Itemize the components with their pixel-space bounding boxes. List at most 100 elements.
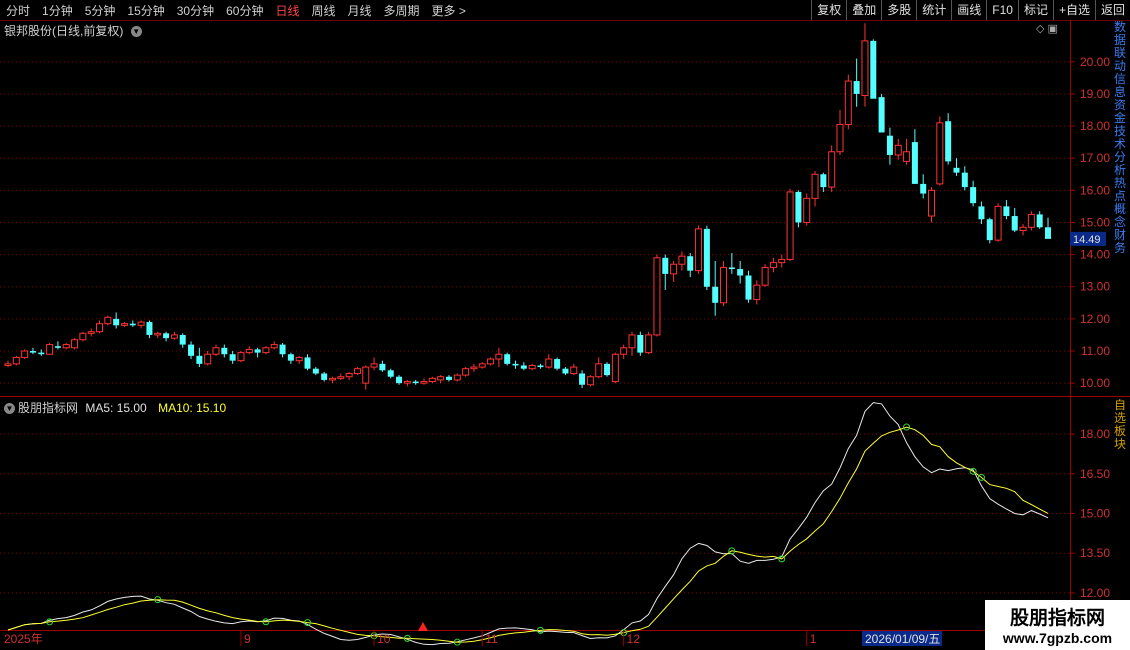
candle-body-39 [328,377,336,381]
candle-body-26 [221,347,228,355]
candle-body-54 [453,374,461,381]
candle-body-117 [978,206,985,220]
date-month-label-0: 9 [244,632,251,646]
candle-body-67 [562,368,569,374]
candle-body-37 [312,368,319,374]
candle-body-109 [911,142,918,184]
candle-body-19 [163,333,170,339]
candle-body-98 [820,174,827,188]
candle-body-25 [212,347,220,355]
candle-body-82 [687,256,694,271]
candle-body-77 [645,334,653,354]
candle-body-85 [712,286,719,303]
candle-body-73 [611,353,619,383]
ind-tick-label-0: 12.00 [1080,586,1110,600]
main-tick-label-2: 12.00 [1080,312,1110,326]
candle-body-91 [761,266,769,286]
ind-tick-label-1: 13.50 [1080,546,1110,560]
candle-body-36 [304,357,311,369]
candle-body-76 [637,334,644,353]
candle-body-1 [12,356,20,365]
candle-body-81 [678,255,686,265]
candle-body-50 [420,381,428,384]
candle-body-104 [870,40,877,99]
side-info-strip[interactable]: 数据联动信息资金技术分析热点概念财务 [1114,21,1130,401]
chevron-down-icon[interactable]: ▼ [4,403,15,415]
candle-body-124 [1036,214,1043,228]
watermark: 股朋指标网 www.7gpzb.com [985,600,1130,650]
candle-body-84 [703,228,710,287]
candle-body-59 [495,353,503,360]
candle-body-66 [554,359,561,369]
candle-body-120 [1003,206,1010,217]
candle-body-11 [96,323,104,333]
date-month-label-1: 10 [377,632,391,646]
candle-body-9 [79,332,87,341]
candle-body-68 [570,366,578,375]
candle-body-100 [836,123,844,153]
candle-body-30 [254,349,261,353]
candle-body-40 [337,376,345,379]
ma5-line [7,402,1049,646]
main-tick-label-6: 16.00 [1080,183,1110,197]
candle-body-93 [778,258,786,264]
ind-tick-label-4: 18.00 [1080,427,1110,441]
main-tick-label-9: 19.00 [1080,87,1110,101]
date-month-label-2: 11 [485,632,498,646]
indicator-title: ▼ 股朋指标网 MA5: 15.00 MA10: 15.10 [4,399,226,416]
candle-body-95 [795,191,802,223]
candle-body-107 [894,144,902,156]
ma10-label: MA10: 15.10 [158,401,227,415]
candle-body-62 [520,365,527,369]
candle-body-70 [586,376,594,386]
candle-body-83 [695,228,703,272]
candle-body-80 [670,263,678,275]
candle-body-14 [120,323,128,326]
candle-body-87 [728,267,735,270]
candle-body-89 [745,275,752,300]
candle-body-46 [387,370,394,377]
candle-body-111 [928,189,936,217]
ma5-label: MA5: 15.00 [85,401,147,415]
candle-body-99 [828,151,836,188]
candle-body-58 [487,358,495,365]
candle-body-97 [811,173,819,199]
candle-body-63 [528,364,536,370]
main-tick-label-10: 20.00 [1080,55,1110,69]
candle-body-61 [512,363,519,366]
candle-body-22 [188,344,195,356]
candle-body-12 [104,316,112,325]
candle-body-116 [970,187,977,204]
candle-body-32 [270,344,278,349]
candle-body-33 [279,344,286,355]
candle-body-34 [287,354,294,361]
candle-body-102 [853,81,860,94]
candle-body-27 [229,354,236,361]
candle-body-49 [412,381,419,384]
candle-body-24 [204,353,212,365]
side-info-strip-lower[interactable]: 自选板块 [1114,399,1130,499]
candle-body-31 [262,347,270,354]
candle-body-15 [129,323,136,326]
candle-body-5 [46,344,54,355]
candle-body-65 [545,358,553,368]
candle-body-4 [38,352,45,355]
candle-body-79 [662,257,669,274]
candle-body-71 [595,363,603,378]
candle-body-55 [462,368,470,376]
price-tag-label: 14.49 [1073,234,1101,246]
main-tick-label-5: 15.00 [1080,215,1110,229]
candle-body-57 [478,363,486,368]
candle-body-10 [87,331,95,334]
date-month-label-3: 12 [627,632,641,646]
candle-body-13 [113,318,120,326]
candle-body-23 [196,355,203,364]
candle-body-35 [295,356,303,362]
candle-body-74 [620,347,628,355]
candle-body-2 [21,350,29,358]
candle-body-0 [4,363,12,366]
candle-body-18 [154,332,162,336]
candle-body-118 [986,219,993,241]
candle-body-51 [428,377,436,383]
kline-chart-svg[interactable]: 10.00 11.00 12.00 13.00 14.00 15.00 16.00 17.00… [0,0,1130,650]
